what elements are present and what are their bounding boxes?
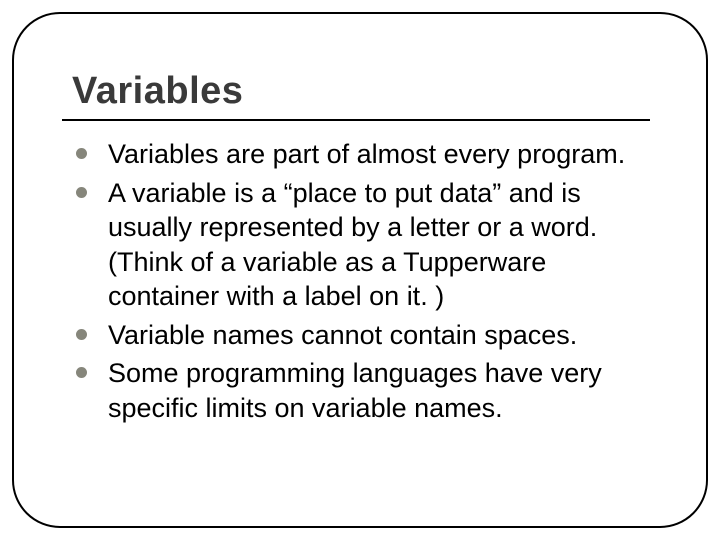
title-underline: [62, 119, 650, 121]
list-item: Some programming languages have very spe…: [70, 356, 658, 425]
list-item: Variables are part of almost every progr…: [70, 137, 658, 172]
slide: Variables Variables are part of almost e…: [0, 0, 720, 540]
slide-frame: Variables Variables are part of almost e…: [12, 12, 708, 528]
list-item: A variable is a “place to put data” and …: [70, 176, 658, 314]
bullet-list: Variables are part of almost every progr…: [70, 137, 658, 425]
content-area: Variables are part of almost every progr…: [70, 137, 658, 425]
title-block: Variables: [70, 70, 658, 121]
slide-title: Variables: [72, 70, 658, 113]
list-item: Variable names cannot contain spaces.: [70, 318, 658, 353]
